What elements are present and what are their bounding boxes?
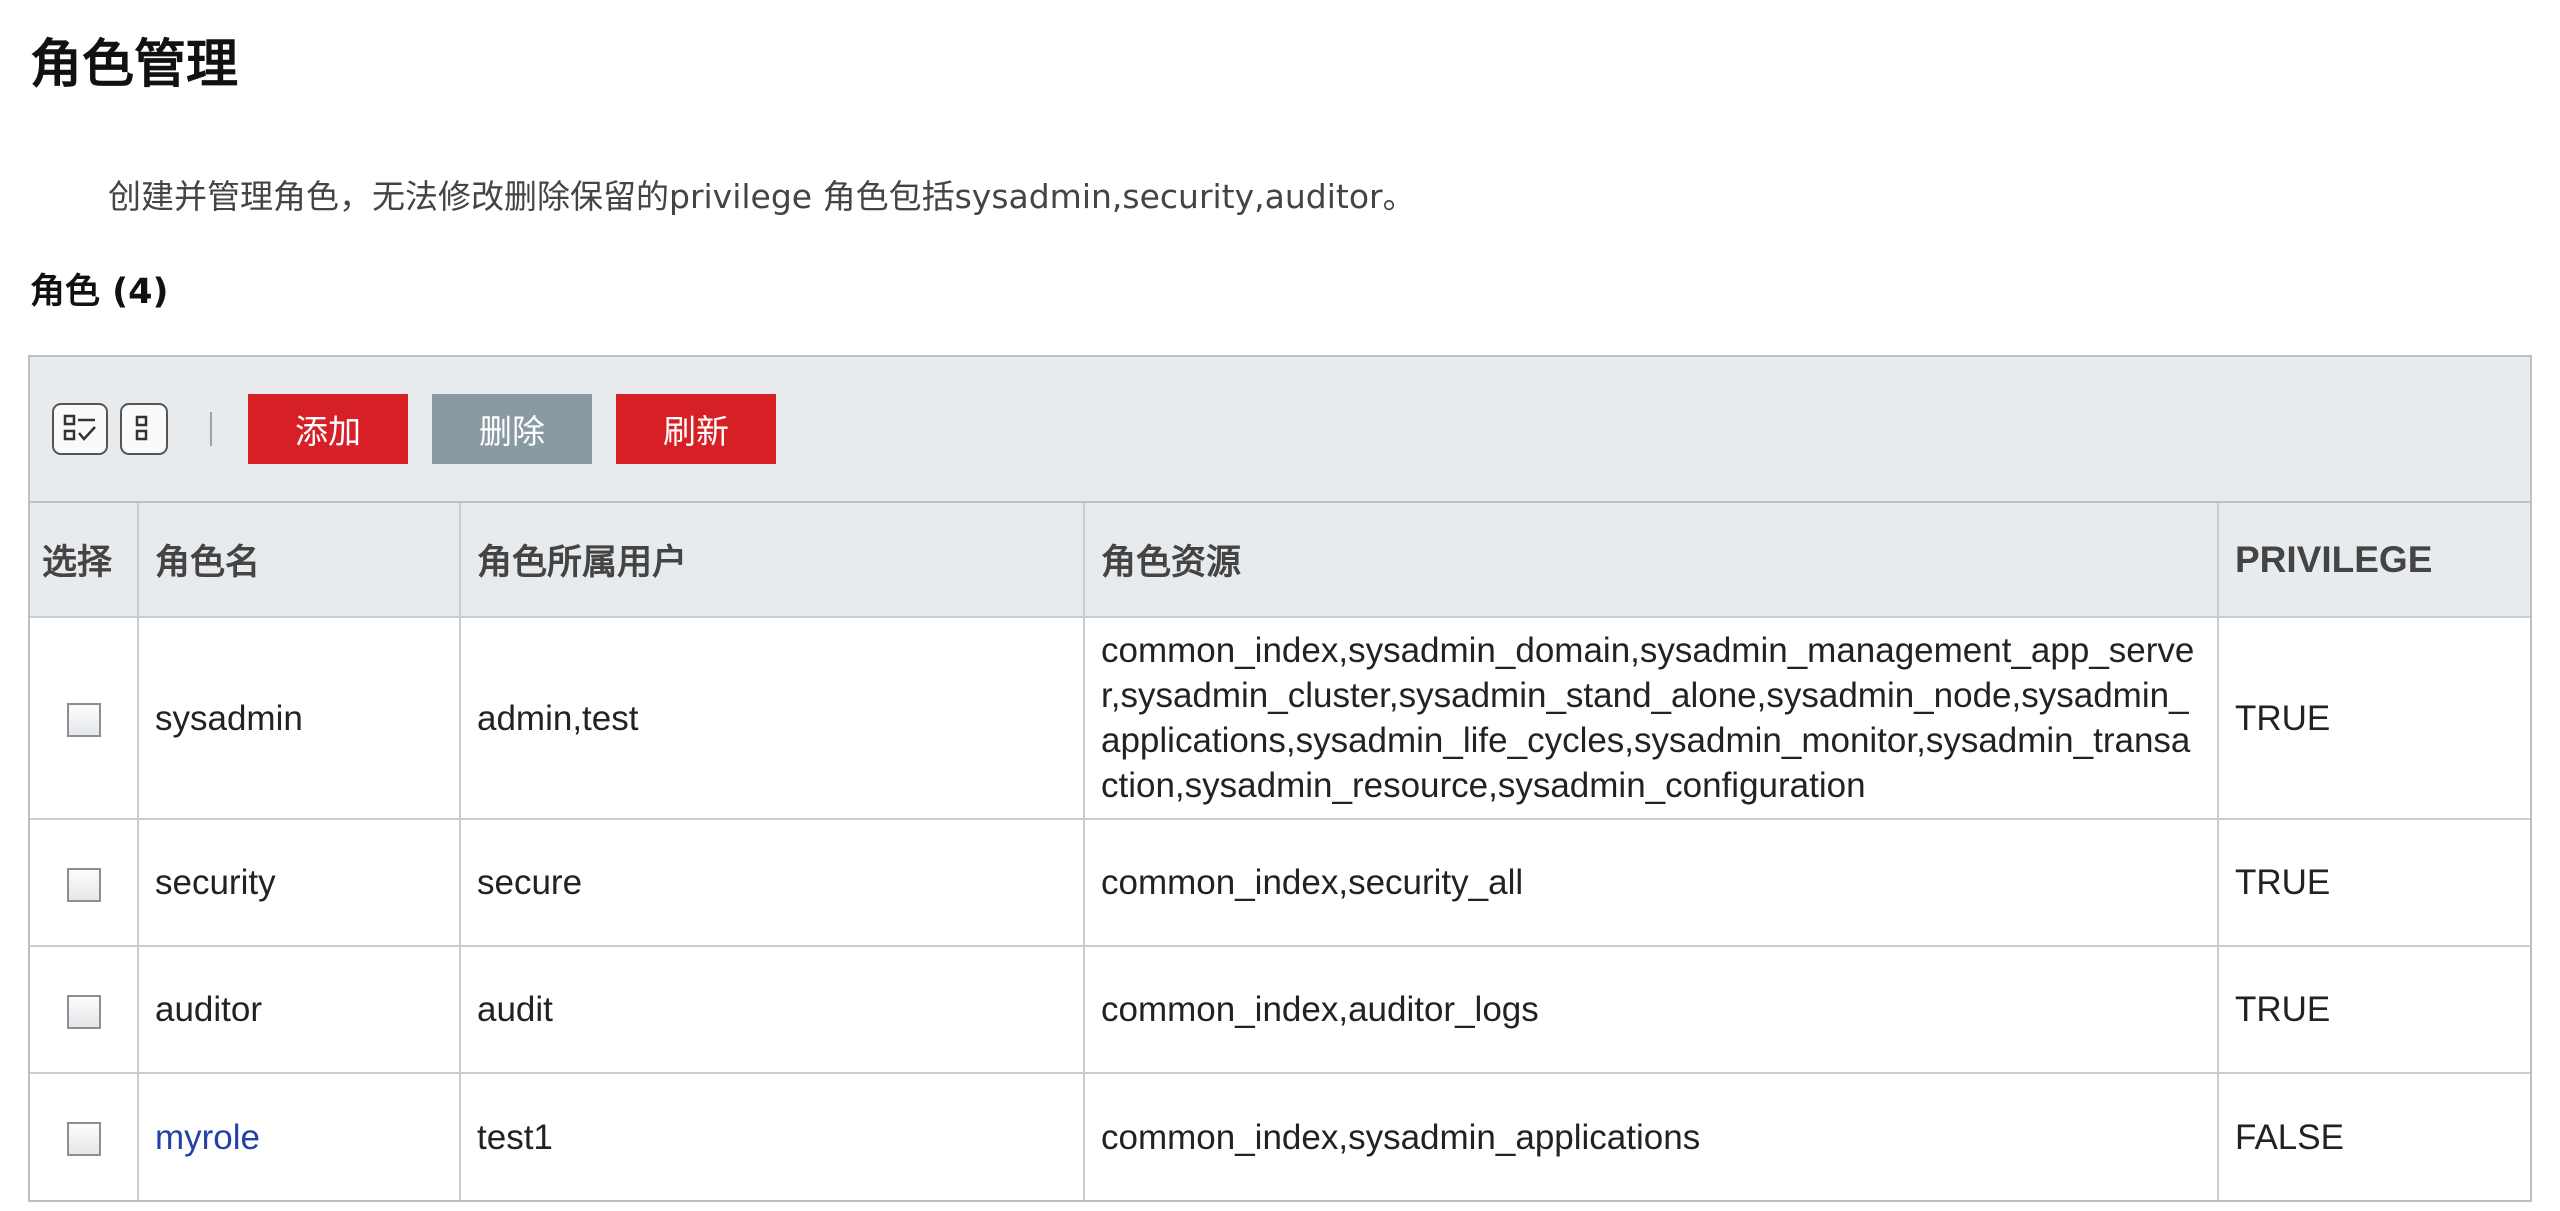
role-resources-cell: common_index,sysadmin_domain,sysadmin_ma… [1084,617,2219,820]
toolbar: 添加 删除 刷新 [30,357,2530,503]
role-name-cell: myrole [138,1073,461,1200]
header-privilege[interactable]: PRIVILEGE [2218,503,2530,618]
roles-table: 选择 角色名 角色所属用户 角色资源 PRIVILEGE sysadmin ad… [30,503,2530,1200]
refresh-button[interactable]: 刷新 [616,394,776,464]
section-title: 角色 (4) [30,272,169,312]
role-name-cell: security [138,819,461,947]
role-users-cell: audit [460,946,1085,1074]
table-header-row: 选择 角色名 角色所属用户 角色资源 PRIVILEGE [30,503,2530,618]
role-resources-cell: common_index,auditor_logs [1084,946,2219,1074]
role-resources-cell: common_index,security_all [1084,819,2219,947]
header-role-users[interactable]: 角色所属用户 [460,503,1085,618]
role-users-cell: test1 [460,1073,1085,1200]
role-name-cell: sysadmin [138,617,461,820]
row-select-cell [30,1073,139,1200]
role-users-cell: secure [460,819,1085,947]
page-title: 角色管理 [30,35,239,95]
row-checkbox[interactable] [66,867,101,902]
table-row: myrole test1 common_index,sysadmin_appli… [30,1073,2530,1200]
role-privilege-cell: FALSE [2235,1117,2344,1157]
header-role-name[interactable]: 角色名 [138,503,461,618]
role-name-link[interactable]: myrole [155,1118,260,1157]
toolbar-divider [210,412,212,446]
role-users-cell: admin,test [460,617,1085,820]
row-checkbox[interactable] [66,703,101,738]
column-settings-icon[interactable] [120,403,168,455]
row-checkbox[interactable] [66,1122,101,1157]
delete-button[interactable]: 删除 [432,394,592,464]
header-role-resources[interactable]: 角色资源 [1084,503,2219,618]
table-row: security secure common_index,security_al… [30,819,2530,947]
role-management-page: 角色管理 创建并管理角色，无法修改删除保留的privilege 角色包括sysa… [0,0,2560,1211]
page-description: 创建并管理角色，无法修改删除保留的privilege 角色包括sysadmin,… [108,177,1416,216]
role-resources-cell: common_index,sysadmin_applications [1084,1073,2219,1200]
select-all-icon[interactable] [52,403,108,455]
role-privilege-cell: TRUE [2218,819,2530,947]
roles-panel: 添加 删除 刷新 选择 角色名 角色所属用户 角色资源 PRIVILEGE sy… [28,355,2532,1202]
role-privilege-cell: TRUE [2218,946,2530,1074]
row-checkbox[interactable] [66,994,101,1029]
row-select-cell [30,819,139,947]
row-select-cell [30,617,139,820]
table-row: auditor audit common_index,auditor_logs … [30,946,2530,1074]
header-select: 选择 [30,503,139,618]
role-privilege-cell: TRUE [2218,617,2530,820]
table-row: sysadmin admin,test common_index,sysadmi… [30,617,2530,820]
row-select-cell [30,946,139,1074]
role-name-cell: auditor [138,946,461,1074]
add-button[interactable]: 添加 [248,394,408,464]
